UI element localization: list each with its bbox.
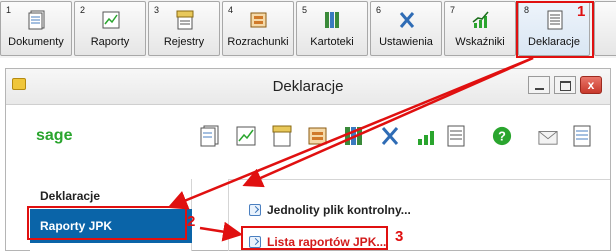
screen: 1 Dokumenty 2 Raporty 3 Rejestry 4 Rozra… [0,0,616,251]
arrow-to-sidebar [167,56,534,210]
arrow-to-report-list [199,221,243,242]
annotation-arrows [167,56,534,242]
